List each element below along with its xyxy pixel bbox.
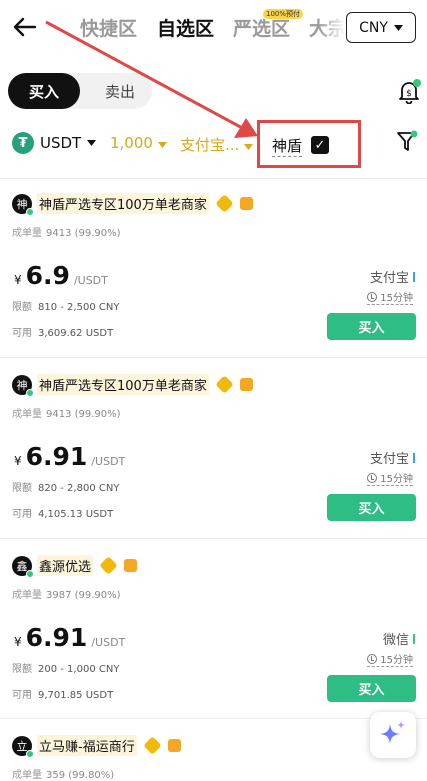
payment-filter[interactable]: 支付宝... — [180, 134, 254, 155]
merchant-name: 神盾严选专区100万单老商家 — [37, 193, 209, 214]
merchant-row[interactable]: 神 神盾严选专区100万单老商家 — [12, 374, 253, 397]
tab-fade — [318, 10, 346, 46]
tether-icon: ₮ — [12, 132, 34, 154]
merchant-row[interactable]: 神 神盾严选专区100万单老商家 — [12, 193, 253, 216]
divider — [0, 357, 427, 358]
buy-button[interactable]: 买入 — [327, 675, 416, 702]
prepay-badge: 100%预付 — [263, 9, 304, 19]
bell-dollar-icon[interactable]: $ — [396, 78, 422, 104]
payment-method: 支付宝 — [370, 267, 415, 286]
payment-time: 15分钟 — [367, 651, 413, 667]
funnel-icon[interactable] — [396, 130, 418, 154]
filter-bar: ₮ USDT 1,000 支付宝... 神盾 ✓ — [0, 120, 427, 168]
sell-toggle-button[interactable]: 卖出 — [84, 73, 156, 109]
limit: 限额 820 - 2,800 CNY — [12, 483, 120, 494]
available: 可用 4,105.13 USDT — [12, 509, 114, 520]
coin-value: USDT — [40, 134, 82, 152]
verified-badge-icon — [215, 194, 234, 213]
shield-filter-label: 神盾 — [272, 137, 303, 157]
ai-assistant-button[interactable] — [370, 712, 416, 758]
price: ¥ 6.9 /USDT — [14, 261, 108, 290]
divider — [0, 178, 427, 179]
svg-text:$: $ — [406, 89, 412, 99]
caret-down-icon — [87, 140, 97, 146]
verified-badge-icon — [99, 556, 118, 575]
sparkle-icon — [380, 721, 405, 744]
coin-filter[interactable]: ₮ USDT — [12, 132, 97, 154]
merchant-name: 立马赚-福运商行 — [37, 735, 137, 756]
payment-method: 支付宝 — [370, 448, 415, 467]
price: ¥ 6.91 /USDT — [14, 623, 126, 652]
payment-time: 15分钟 — [367, 470, 413, 486]
payment-time: 15分钟 — [367, 289, 413, 305]
clock-icon — [367, 653, 378, 664]
order-count: 成单量 359 (99.80%) — [12, 770, 115, 781]
clock-icon — [367, 291, 378, 302]
available: 可用 9,701.85 USDT — [12, 690, 114, 701]
amount-value: 1,000 — [110, 134, 153, 152]
top-nav: 快捷区 自选区 严选区 100%预付 大宗 CNY — [0, 0, 427, 58]
currency-value: CNY — [359, 19, 388, 36]
currency-select[interactable]: CNY — [346, 12, 416, 43]
verified-badge-icon — [215, 375, 234, 394]
avatar: 立 — [12, 735, 34, 758]
verified-badge-icon — [143, 736, 162, 755]
tab-custom[interactable]: 自选区 — [157, 14, 214, 41]
divider — [0, 718, 427, 719]
trade-toggle: 买入 卖出 — [8, 73, 152, 109]
payment-method: 微信 — [383, 629, 415, 648]
caret-down-icon — [157, 142, 167, 148]
merchant-name: 神盾严选专区100万单老商家 — [37, 374, 209, 395]
clock-icon — [367, 472, 378, 483]
buy-toggle-button[interactable]: 买入 — [8, 73, 80, 109]
available: 可用 3,609.62 USDT — [12, 328, 114, 339]
limit: 限额 200 - 1,000 CNY — [12, 664, 120, 675]
divider — [0, 538, 427, 539]
caret-down-icon — [393, 24, 403, 31]
caret-down-icon — [244, 144, 254, 150]
amount-filter[interactable]: 1,000 — [110, 134, 167, 152]
order-count: 成单量 3987 (99.90%) — [12, 590, 121, 601]
order-count: 成单量 9413 (99.90%) — [12, 228, 121, 239]
limit: 限额 810 - 2,500 CNY — [12, 302, 120, 313]
avatar: 鑫 — [12, 555, 34, 578]
shield-checkbox[interactable]: ✓ — [311, 136, 329, 154]
tab-quick[interactable]: 快捷区 — [80, 14, 137, 41]
shield-badge-icon — [124, 559, 138, 572]
back-arrow-icon[interactable] — [12, 14, 38, 40]
payment-value: 支付宝... — [180, 136, 240, 154]
buy-button[interactable]: 买入 — [327, 313, 416, 340]
avatar: 神 — [12, 374, 34, 397]
merchant-name: 鑫源优选 — [37, 555, 94, 576]
avatar: 神 — [12, 193, 34, 216]
shield-badge-icon — [167, 739, 181, 752]
order-count: 成单量 9413 (99.90%) — [12, 409, 121, 420]
merchant-row[interactable]: 鑫 鑫源优选 — [12, 555, 138, 578]
shield-badge-icon — [239, 197, 253, 210]
merchant-row[interactable]: 立 立马赚-福运商行 — [12, 735, 181, 758]
price: ¥ 6.91 /USDT — [14, 442, 126, 471]
shield-badge-icon — [239, 378, 253, 391]
shield-filter-highlight: 神盾 ✓ — [257, 120, 361, 168]
buy-button[interactable]: 买入 — [327, 494, 416, 521]
